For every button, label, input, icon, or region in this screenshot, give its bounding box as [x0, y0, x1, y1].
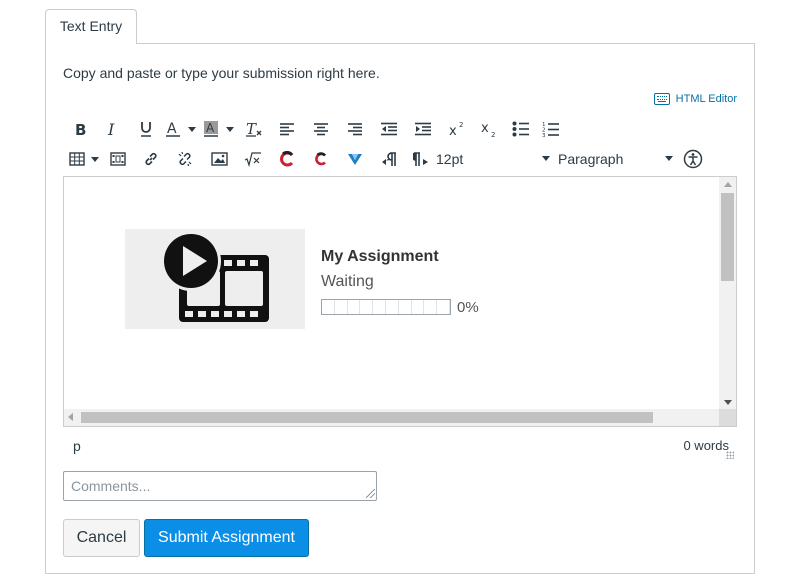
equation-icon[interactable] [236, 147, 270, 171]
outdent-icon[interactable] [372, 117, 406, 141]
font-size-value: 12pt [436, 151, 464, 167]
background-color-icon[interactable]: A [200, 117, 222, 141]
font-size-dropdown-icon [542, 156, 550, 161]
svg-text:2: 2 [459, 121, 463, 129]
editor-toolbar-row-1: B I A A T x2 x2 123 [66, 117, 564, 141]
media-icon[interactable] [102, 147, 134, 171]
svg-text:3: 3 [542, 133, 546, 138]
svg-text:A: A [167, 121, 177, 137]
vertical-scrollbar[interactable] [719, 177, 736, 410]
text-color-dropdown-icon[interactable] [184, 117, 200, 141]
align-center-icon[interactable] [304, 117, 338, 141]
upload-progress-bar [321, 299, 451, 315]
vertical-scroll-thumb[interactable] [721, 193, 734, 281]
svg-text:A: A [206, 121, 215, 135]
plugin-v-icon[interactable] [338, 147, 372, 171]
plugin-c-icon[interactable] [270, 147, 304, 171]
cancel-button[interactable]: Cancel [63, 519, 140, 557]
underline-icon[interactable] [130, 117, 162, 141]
html-editor-link[interactable]: HTML Editor [653, 93, 737, 105]
scroll-left-icon[interactable] [68, 413, 73, 421]
block-format-value: Paragraph [558, 151, 624, 167]
link-icon[interactable] [134, 147, 168, 171]
tab-text-entry[interactable]: Text Entry [45, 9, 137, 44]
word-count: 0 words [683, 438, 729, 453]
table-dropdown-icon[interactable] [88, 147, 102, 171]
ltr-icon[interactable] [372, 147, 406, 171]
media-status: Waiting [321, 273, 374, 290]
align-right-icon[interactable] [338, 117, 372, 141]
editor-resize-handle[interactable] [726, 451, 734, 459]
font-size-select[interactable]: 12pt [436, 147, 558, 171]
rtl-icon[interactable] [406, 147, 436, 171]
scrollbar-corner [719, 409, 736, 426]
table-icon[interactable] [66, 147, 88, 171]
svg-text:B: B [75, 121, 86, 137]
media-title: My Assignment [321, 248, 439, 265]
comments-resize-handle[interactable] [366, 489, 375, 498]
svg-text:I: I [107, 121, 115, 137]
clear-formatting-icon[interactable]: T [238, 117, 270, 141]
image-icon[interactable] [202, 147, 236, 171]
bold-icon[interactable]: B [66, 117, 96, 141]
video-file-icon [161, 231, 269, 322]
block-format-dropdown-icon [665, 156, 673, 161]
instructions-text: Copy and paste or type your submission r… [63, 65, 380, 81]
scroll-up-icon[interactable] [724, 182, 732, 187]
subscript-icon[interactable]: x2 [474, 117, 504, 141]
text-color-icon[interactable]: A [162, 117, 184, 141]
media-thumbnail [125, 229, 305, 329]
block-format-select[interactable]: Paragraph [558, 147, 681, 171]
keyboard-icon [653, 93, 670, 105]
upload-progress-label: 0% [457, 299, 479, 316]
plugin-c2-icon[interactable] [304, 147, 338, 171]
rich-text-editor[interactable]: My Assignment Waiting 0% [63, 176, 737, 427]
indent-icon[interactable] [406, 117, 440, 141]
horizontal-scrollbar[interactable] [64, 409, 733, 426]
html-editor-label: HTML Editor [675, 93, 737, 105]
align-left-icon[interactable] [270, 117, 304, 141]
svg-text:2: 2 [491, 131, 495, 138]
svg-text:x: x [481, 121, 489, 136]
bullet-list-icon[interactable] [504, 117, 538, 141]
italic-icon[interactable]: I [96, 117, 130, 141]
svg-text:x: x [449, 124, 457, 137]
horizontal-scroll-thumb[interactable] [81, 412, 653, 423]
accessibility-icon[interactable] [681, 147, 705, 171]
superscript-icon[interactable]: x2 [440, 117, 474, 141]
scroll-down-icon[interactable] [724, 400, 732, 405]
comments-field[interactable] [63, 471, 377, 501]
submit-assignment-button[interactable]: Submit Assignment [144, 519, 309, 557]
background-color-dropdown-icon[interactable] [222, 117, 238, 141]
unlink-icon[interactable] [168, 147, 202, 171]
editor-toolbar-row-2: 12pt Paragraph [66, 147, 705, 171]
numbered-list-icon[interactable]: 123 [538, 117, 564, 141]
element-path[interactable]: p [73, 438, 81, 454]
svg-text:T: T [246, 120, 257, 138]
